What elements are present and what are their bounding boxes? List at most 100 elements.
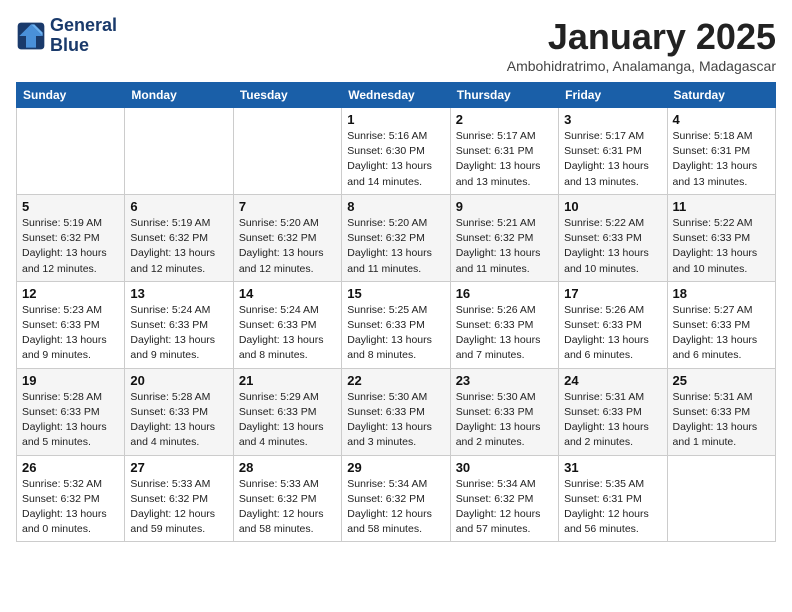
calendar-cell: 15Sunrise: 5:25 AM Sunset: 6:33 PM Dayli… (342, 281, 450, 368)
day-number: 24 (564, 373, 661, 388)
logo-line1: General (50, 16, 117, 36)
calendar-cell: 27 Sunrise: 5:33 AM Sunset: 6:32 PM Dayli… (125, 455, 233, 542)
day-number: 28 (239, 460, 336, 475)
calendar-cell: 28 Sunrise: 5:33 AM Sunset: 6:32 PM Dayli… (233, 455, 341, 542)
calendar-cell: 11 Sunrise: 5:22 AM Sunset: 6:33 PM Dayli… (667, 194, 775, 281)
day-info: Sunrise: 5:30 AM Sunset: 6:33 PM Dayligh… (456, 390, 553, 451)
calendar-cell: 13Sunrise: 5:24 AM Sunset: 6:33 PM Dayli… (125, 281, 233, 368)
calendar-cell: 6 Sunrise: 5:19 AM Sunset: 6:32 PM Daylig… (125, 194, 233, 281)
day-info: Sunrise: 5:32 AM Sunset: 6:32 PM Dayligh… (22, 477, 119, 538)
weekday-header-saturday: Saturday (667, 83, 775, 108)
day-number: 4 (673, 112, 770, 127)
day-info: Sunrise: 5:23 AM Sunset: 6:33 PM Dayligh… (22, 303, 119, 364)
day-number: 27 (130, 460, 227, 475)
calendar-cell (125, 108, 233, 195)
weekday-header-wednesday: Wednesday (342, 83, 450, 108)
day-number: 22 (347, 373, 444, 388)
day-info: Sunrise: 5:33 AM Sunset: 6:32 PM Dayligh… (130, 477, 227, 538)
day-number: 30 (456, 460, 553, 475)
day-info: Sunrise: 5:19 AM Sunset: 6:32 PM Dayligh… (130, 216, 227, 277)
day-info: Sunrise: 5:24 AM Sunset: 6:33 PM Dayligh… (130, 303, 227, 364)
day-number: 25 (673, 373, 770, 388)
day-info: Sunrise: 5:34 AM Sunset: 6:32 PM Dayligh… (347, 477, 444, 538)
day-info: Sunrise: 5:34 AM Sunset: 6:32 PM Dayligh… (456, 477, 553, 538)
day-number: 2 (456, 112, 553, 127)
day-info: Sunrise: 5:31 AM Sunset: 6:33 PM Dayligh… (673, 390, 770, 451)
weekday-header-row: SundayMondayTuesdayWednesdayThursdayFrid… (17, 83, 776, 108)
day-number: 11 (673, 199, 770, 214)
day-info: Sunrise: 5:20 AM Sunset: 6:32 PM Dayligh… (239, 216, 336, 277)
day-info: Sunrise: 5:17 AM Sunset: 6:31 PM Dayligh… (456, 129, 553, 190)
calendar-cell (667, 455, 775, 542)
day-number: 19 (22, 373, 119, 388)
day-number: 9 (456, 199, 553, 214)
calendar-cell: 29 Sunrise: 5:34 AM Sunset: 6:32 PM Dayli… (342, 455, 450, 542)
day-number: 12 (22, 286, 119, 301)
day-number: 26 (22, 460, 119, 475)
calendar-cell (17, 108, 125, 195)
day-number: 6 (130, 199, 227, 214)
calendar-cell: 9 Sunrise: 5:21 AM Sunset: 6:32 PM Daylig… (450, 194, 558, 281)
calendar-cell: 16 Sunrise: 5:26 AM Sunset: 6:33 PM Dayli… (450, 281, 558, 368)
calendar-week-row: 1Sunrise: 5:16 AM Sunset: 6:30 PM Daylig… (17, 108, 776, 195)
calendar-cell: 26 Sunrise: 5:32 AM Sunset: 6:32 PM Dayli… (17, 455, 125, 542)
day-info: Sunrise: 5:33 AM Sunset: 6:32 PM Dayligh… (239, 477, 336, 538)
day-number: 20 (130, 373, 227, 388)
title-block: January 2025 Ambohidratrimo, Analamanga,… (507, 16, 776, 74)
day-info: Sunrise: 5:35 AM Sunset: 6:31 PM Dayligh… (564, 477, 661, 538)
day-info: Sunrise: 5:21 AM Sunset: 6:32 PM Dayligh… (456, 216, 553, 277)
weekday-header-monday: Monday (125, 83, 233, 108)
day-number: 21 (239, 373, 336, 388)
day-info: Sunrise: 5:30 AM Sunset: 6:33 PM Dayligh… (347, 390, 444, 451)
calendar-cell: 21 Sunrise: 5:29 AM Sunset: 6:33 PM Dayli… (233, 368, 341, 455)
calendar-cell: 25 Sunrise: 5:31 AM Sunset: 6:33 PM Dayli… (667, 368, 775, 455)
month-title: January 2025 (507, 16, 776, 58)
day-number: 15 (347, 286, 444, 301)
calendar-week-row: 26 Sunrise: 5:32 AM Sunset: 6:32 PM Dayli… (17, 455, 776, 542)
day-number: 17 (564, 286, 661, 301)
calendar-cell: 19 Sunrise: 5:28 AM Sunset: 6:33 PM Dayli… (17, 368, 125, 455)
day-number: 29 (347, 460, 444, 475)
day-number: 16 (456, 286, 553, 301)
logo-text: General Blue (50, 16, 117, 56)
day-info: Sunrise: 5:28 AM Sunset: 6:33 PM Dayligh… (22, 390, 119, 451)
calendar-cell: 10Sunrise: 5:22 AM Sunset: 6:33 PM Dayli… (559, 194, 667, 281)
weekday-header-friday: Friday (559, 83, 667, 108)
calendar-cell: 8Sunrise: 5:20 AM Sunset: 6:32 PM Daylig… (342, 194, 450, 281)
day-info: Sunrise: 5:26 AM Sunset: 6:33 PM Dayligh… (564, 303, 661, 364)
day-info: Sunrise: 5:18 AM Sunset: 6:31 PM Dayligh… (673, 129, 770, 190)
calendar-week-row: 12 Sunrise: 5:23 AM Sunset: 6:33 PM Dayli… (17, 281, 776, 368)
day-number: 14 (239, 286, 336, 301)
calendar-week-row: 5Sunrise: 5:19 AM Sunset: 6:32 PM Daylig… (17, 194, 776, 281)
calendar-cell: 4 Sunrise: 5:18 AM Sunset: 6:31 PM Daylig… (667, 108, 775, 195)
calendar-cell: 24 Sunrise: 5:31 AM Sunset: 6:33 PM Dayli… (559, 368, 667, 455)
calendar-week-row: 19 Sunrise: 5:28 AM Sunset: 6:33 PM Dayli… (17, 368, 776, 455)
logo: General Blue (16, 16, 117, 56)
day-info: Sunrise: 5:31 AM Sunset: 6:33 PM Dayligh… (564, 390, 661, 451)
calendar-table: SundayMondayTuesdayWednesdayThursdayFrid… (16, 82, 776, 542)
weekday-header-thursday: Thursday (450, 83, 558, 108)
calendar-cell: 7 Sunrise: 5:20 AM Sunset: 6:32 PM Daylig… (233, 194, 341, 281)
day-info: Sunrise: 5:22 AM Sunset: 6:33 PM Dayligh… (673, 216, 770, 277)
day-info: Sunrise: 5:19 AM Sunset: 6:32 PM Dayligh… (22, 216, 119, 277)
day-number: 18 (673, 286, 770, 301)
day-info: Sunrise: 5:26 AM Sunset: 6:33 PM Dayligh… (456, 303, 553, 364)
calendar-cell: 22 Sunrise: 5:30 AM Sunset: 6:33 PM Dayli… (342, 368, 450, 455)
day-info: Sunrise: 5:29 AM Sunset: 6:33 PM Dayligh… (239, 390, 336, 451)
day-number: 23 (456, 373, 553, 388)
calendar-cell: 2 Sunrise: 5:17 AM Sunset: 6:31 PM Daylig… (450, 108, 558, 195)
day-number: 3 (564, 112, 661, 127)
calendar-cell: 23 Sunrise: 5:30 AM Sunset: 6:33 PM Dayli… (450, 368, 558, 455)
day-info: Sunrise: 5:27 AM Sunset: 6:33 PM Dayligh… (673, 303, 770, 364)
calendar-cell: 5Sunrise: 5:19 AM Sunset: 6:32 PM Daylig… (17, 194, 125, 281)
day-info: Sunrise: 5:24 AM Sunset: 6:33 PM Dayligh… (239, 303, 336, 364)
calendar-cell: 30 Sunrise: 5:34 AM Sunset: 6:32 PM Dayli… (450, 455, 558, 542)
calendar-cell: 14 Sunrise: 5:24 AM Sunset: 6:33 PM Dayli… (233, 281, 341, 368)
calendar-cell: 17 Sunrise: 5:26 AM Sunset: 6:33 PM Dayli… (559, 281, 667, 368)
weekday-header-sunday: Sunday (17, 83, 125, 108)
logo-line2: Blue (50, 36, 117, 56)
day-number: 7 (239, 199, 336, 214)
weekday-header-tuesday: Tuesday (233, 83, 341, 108)
calendar-cell: 31Sunrise: 5:35 AM Sunset: 6:31 PM Dayli… (559, 455, 667, 542)
calendar-cell: 12 Sunrise: 5:23 AM Sunset: 6:33 PM Dayli… (17, 281, 125, 368)
